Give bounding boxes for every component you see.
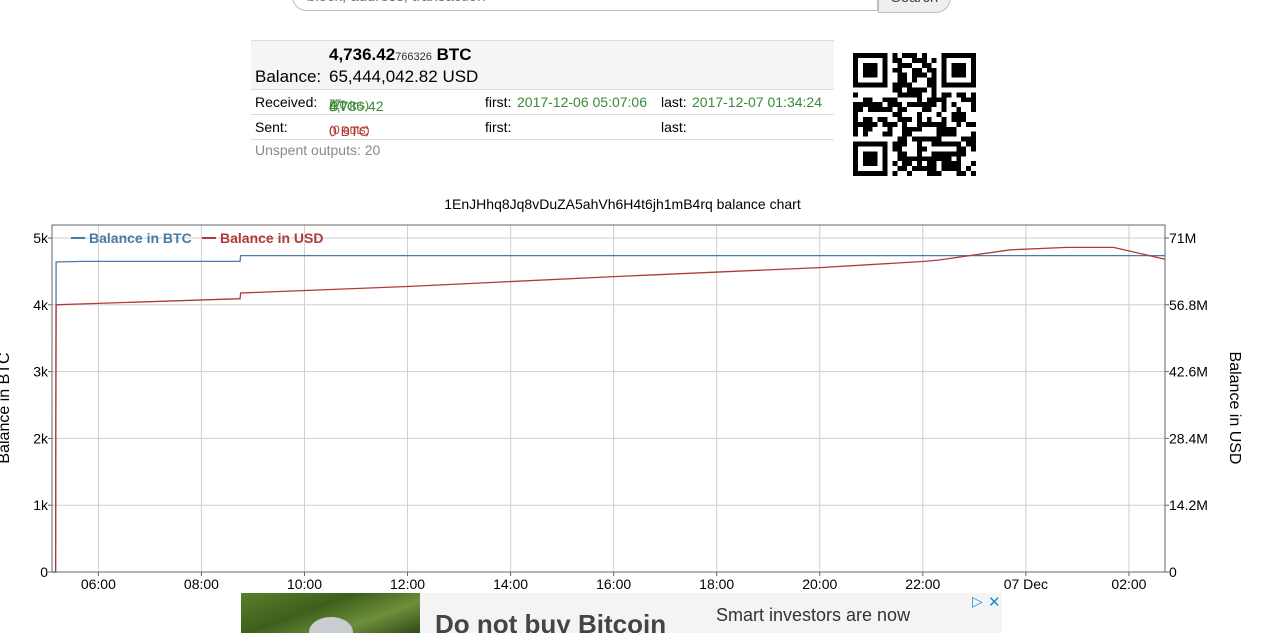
x-tick-label: 14:00 — [493, 576, 528, 592]
received-last-value: 2017-12-07 01:34:24 — [692, 94, 822, 110]
coin-image — [309, 617, 353, 633]
balance-btc-small: 766326 — [395, 51, 432, 63]
ad-headline[interactable]: Do not buy Bitcoin — [435, 609, 666, 633]
sent-row: Sent: 0 BTC (0 outs) first: last: — [251, 115, 834, 140]
search-button[interactable]: Search — [878, 0, 951, 13]
sent-first-label: first: — [485, 119, 512, 135]
y-left-tick-label: 5k — [33, 230, 49, 246]
balance-btc: 4,736.42766326 BTC — [329, 45, 472, 65]
series-line-usd — [53, 246, 1166, 573]
legend-btc: Balance in BTC — [89, 230, 192, 246]
received-label: Received: — [255, 94, 318, 110]
sent-last-label: last: — [661, 119, 687, 135]
received-first-label: first: — [485, 94, 512, 110]
received-first-value: 2017-12-06 05:07:06 — [517, 94, 647, 110]
sent-label: Sent: — [255, 119, 288, 135]
address-summary: Balance: 4,736.42766326 BTC 65,444,042.8… — [251, 40, 834, 158]
y-left-tick-label: 4k — [33, 297, 49, 313]
y-right-tick-label: 42.6M — [1169, 364, 1208, 380]
x-tick-label: 18:00 — [699, 576, 734, 592]
qr-code-icon — [853, 53, 976, 176]
received-row: Received: 4,736.42 77 BTC (20 ins) first:… — [251, 90, 834, 115]
y-right-tick-label: 28.4M — [1169, 430, 1208, 446]
ad-choices-icon[interactable]: ▷ — [972, 593, 983, 610]
balance-btc-unit: BTC — [431, 45, 472, 64]
x-tick-label: 12:00 — [390, 576, 425, 592]
close-icon[interactable]: ✕ — [988, 593, 1001, 611]
received-last-label: last: — [661, 94, 687, 110]
chart-title: 1EnJHhq8Jq8vDuZA5ahVh6H4t6jh1mB4rq balan… — [444, 196, 801, 212]
chart-lines — [53, 246, 1166, 573]
chart-ticks: 0 1k 2k 3k 4k 5k 0 14.2M 28.4M 42.6M 56.8M 71M 06:00… — [33, 230, 1208, 592]
x-tick-label: 10:00 — [287, 576, 322, 592]
balance-chart: 0 1k 2k 3k 4k 5k 0 14.2M 28.4M 42.6M 56.8M 71M 06:00… — [0, 224, 1243, 592]
unspent-outputs: Unspent outputs: 20 — [255, 142, 381, 158]
y-right-tick-label: 56.8M — [1169, 297, 1208, 313]
y-left-tick-label: 1k — [33, 497, 49, 513]
x-tick-label: 02:00 — [1111, 576, 1146, 592]
y-left-tick-label: 0 — [40, 564, 48, 580]
sent-count: (0 outs) — [329, 123, 370, 137]
y-right-tick-label: 14.2M — [1169, 497, 1208, 513]
y-right-tick-label: 0 — [1169, 564, 1177, 580]
y-right-tick-label: 71M — [1169, 230, 1196, 246]
balance-usd: 65,444,042.82 USD — [329, 67, 479, 86]
x-tick-label: 22:00 — [905, 576, 940, 592]
x-tick-label: 07 Dec — [1004, 576, 1048, 592]
balance-btc-main: 4,736.42 — [329, 45, 396, 64]
ad-subtext[interactable]: Smart investors are now — [716, 605, 910, 626]
x-tick-label: 08:00 — [184, 576, 219, 592]
y-left-tick-label: 2k — [33, 430, 49, 446]
series-line-btc — [53, 254, 1165, 573]
x-tick-label: 16:00 — [596, 576, 631, 592]
y-left-tick-label: 3k — [33, 364, 49, 380]
balance-row: Balance: 4,736.42766326 BTC 65,444,042.8… — [251, 40, 834, 90]
x-tick-label: 06:00 — [81, 576, 116, 592]
chart-grid — [48, 225, 1169, 576]
x-tick-label: 20:00 — [802, 576, 837, 592]
legend-usd: Balance in USD — [220, 230, 323, 246]
y-left-axis-label: Balance in BTC — [0, 352, 13, 463]
ad-image — [241, 593, 420, 633]
search-input[interactable] — [292, 0, 878, 11]
balance-label: Balance: — [255, 67, 322, 86]
y-right-axis-label: Balance in USD — [1226, 352, 1243, 465]
search-bar: Search — [292, 0, 951, 13]
ad-banner[interactable]: Do not buy Bitcoin Smart investors are n… — [241, 593, 1002, 633]
received-count: (20 ins) — [329, 98, 370, 112]
